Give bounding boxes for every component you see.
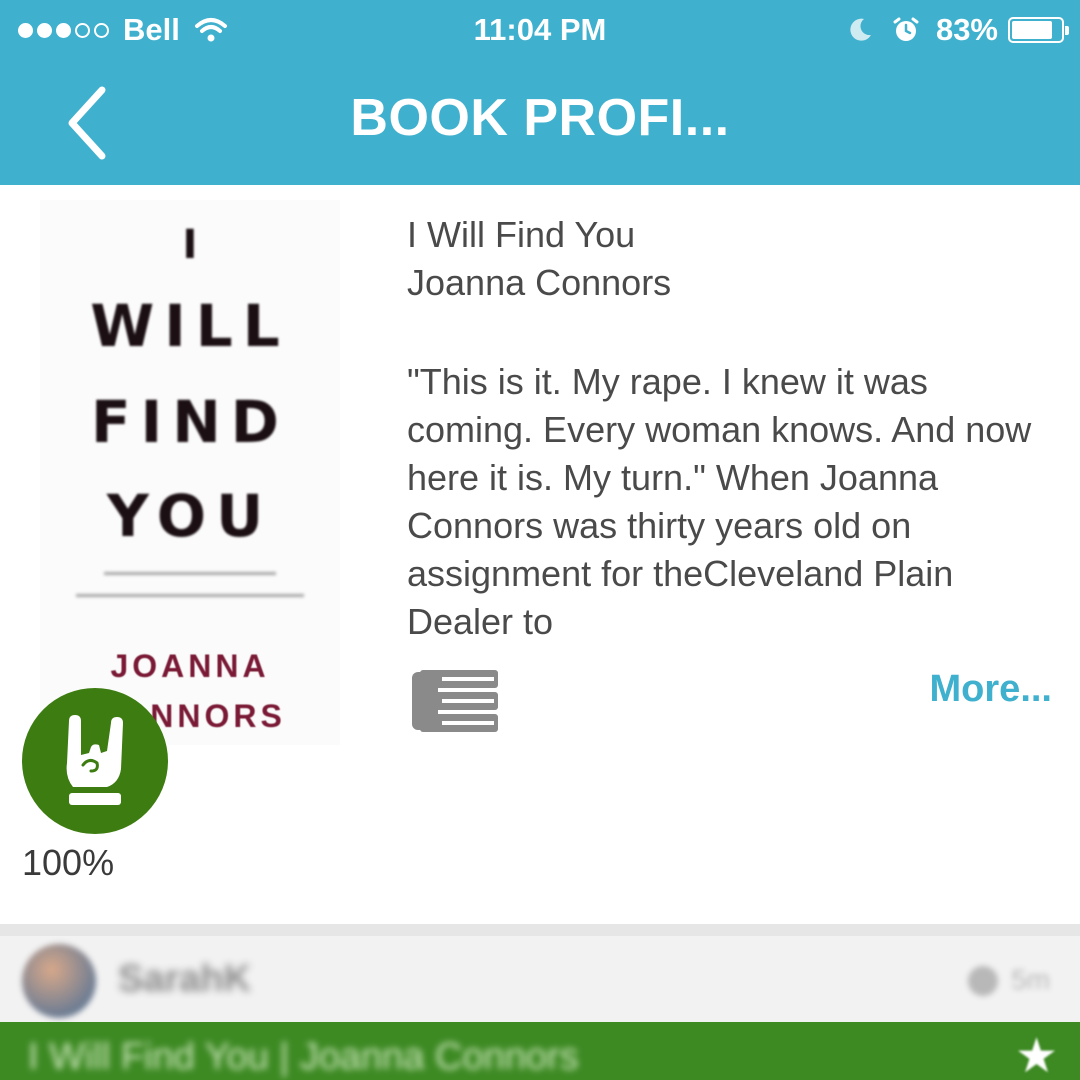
battery-percent: 83% xyxy=(935,12,998,47)
cover-title-line: I xyxy=(182,222,198,268)
more-link[interactable]: More... xyxy=(930,668,1052,711)
nav-bar: BOOK PROFI... xyxy=(0,62,1080,185)
book-title: I Will Find You xyxy=(407,214,636,255)
review-book-label: I Will Find You | Joanna Connors xyxy=(28,1036,579,1078)
review-header[interactable]: SarahK 5m xyxy=(0,936,1080,1022)
battery-icon xyxy=(1008,17,1069,43)
rating-percent: 100% xyxy=(22,842,115,883)
rating-badge[interactable] xyxy=(22,688,168,834)
battery-fill xyxy=(1012,21,1052,39)
rock-hand-icon xyxy=(66,715,123,805)
page-title: BOOK PROFI... xyxy=(350,89,730,147)
cover-title-line: WILL xyxy=(90,292,290,360)
alarm-icon xyxy=(893,17,919,41)
section-divider xyxy=(0,924,1080,936)
cover-subtitle xyxy=(104,572,276,575)
book-author: Joanna Connors xyxy=(407,262,672,303)
moon-icon xyxy=(850,18,871,41)
cover-author-line: JOANNA xyxy=(110,648,270,684)
reviewer-name[interactable]: SarahK xyxy=(118,958,251,1001)
like-count: 5m xyxy=(1011,964,1050,995)
book-cover: I WILL FIND YOU JOANNA CONNORS xyxy=(40,200,340,745)
status-right: 83% xyxy=(846,12,1069,48)
book-description: "This is it. My rape. I knew it was comi… xyxy=(407,361,1032,640)
cover-title-line: FIND xyxy=(91,388,289,456)
bookshelf-icon[interactable] xyxy=(412,670,500,737)
status-bar: Bell 11:04 PM 83% xyxy=(0,0,1080,62)
review-book-bar[interactable]: I Will Find You | Joanna Connors ★ xyxy=(0,1022,1080,1080)
header: Bell 11:04 PM 83% BOOK PROFI... xyxy=(0,0,1080,185)
star-icon[interactable]: ★ xyxy=(1015,1028,1058,1080)
cover-title-line: YOU xyxy=(106,482,274,550)
avatar[interactable] xyxy=(22,944,96,1018)
like-icon[interactable] xyxy=(968,966,998,996)
books-stack-icon xyxy=(412,670,498,732)
battery-tip xyxy=(1065,26,1069,35)
cover-subtitle xyxy=(76,594,304,597)
